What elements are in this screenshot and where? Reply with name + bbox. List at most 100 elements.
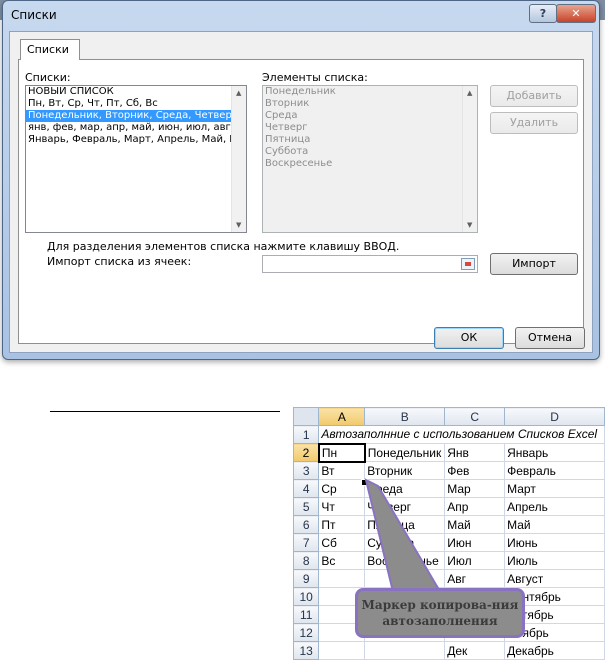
cell-c[interactable]: Авг xyxy=(444,569,506,588)
range-select-icon[interactable] xyxy=(461,258,475,270)
title-cell[interactable]: Автозаполнние с использованием Списков E… xyxy=(318,425,605,444)
cell-b[interactable]: Понедельник xyxy=(364,443,446,462)
list-item[interactable]: Пн, Вт, Ср, Чт, Пт, Сб, Вс xyxy=(26,98,246,110)
cell-d[interactable]: Август xyxy=(504,569,605,588)
cell-b[interactable]: Пятница xyxy=(364,515,446,534)
import-button[interactable]: Импорт xyxy=(490,253,578,275)
row-header[interactable]: 13 xyxy=(292,641,320,660)
row-header[interactable]: 6 xyxy=(292,515,320,534)
dialog-titlebar[interactable]: Списки ? ✕ xyxy=(3,1,599,31)
list-item[interactable]: янв, фев, мар, апр, май, июн, июл, авг, … xyxy=(26,122,246,134)
row-header[interactable]: 7 xyxy=(292,533,320,552)
tab-panel-lists: Списки: Элементы списка: НОВЫЙ СПИСОК Пн,… xyxy=(18,59,584,344)
row-header[interactable]: 5 xyxy=(292,497,320,516)
cell-d[interactable]: Февраль xyxy=(504,461,605,480)
cell-c[interactable]: Апр xyxy=(444,497,506,516)
cell-d[interactable]: Январь xyxy=(504,443,605,462)
tab-lists[interactable]: Списки xyxy=(20,39,80,60)
fill-handle[interactable] xyxy=(361,479,368,486)
delete-button[interactable]: Удалить xyxy=(490,112,578,134)
row-header[interactable]: 1 xyxy=(292,425,320,444)
cell-a[interactable]: Чт xyxy=(318,497,366,516)
cell-a[interactable]: Вт xyxy=(318,461,366,480)
list-item[interactable]: Пятница xyxy=(263,134,477,146)
cell-c[interactable]: Июл xyxy=(444,551,506,570)
table-row: 8 Вс Воскресенье Июл Июль xyxy=(292,551,605,570)
cell-d[interactable]: Март xyxy=(504,479,605,498)
dialog-client-area: Списки Списки: Элементы списка: НОВЫЙ СП… xyxy=(9,31,593,353)
cell-a[interactable]: Вс xyxy=(318,551,366,570)
cell-b[interactable]: Воскресенье xyxy=(364,551,446,570)
list-item[interactable]: Январь, Февраль, Март, Апрель, Май, Июн xyxy=(26,134,246,146)
cell-b[interactable]: Среда xyxy=(364,479,446,498)
cell-a[interactable]: Ср xyxy=(318,479,366,498)
select-all-corner[interactable] xyxy=(292,407,320,426)
table-row: 13 Дек Декабрь xyxy=(292,641,605,660)
row-header[interactable]: 2 xyxy=(292,443,320,462)
cell-a[interactable] xyxy=(318,569,366,588)
scroll-up-icon[interactable]: ▲ xyxy=(236,89,241,97)
row-header[interactable]: 12 xyxy=(292,623,320,642)
cell-c[interactable]: Мар xyxy=(444,479,506,498)
table-row: 5 Чт Четверг Апр Апрель xyxy=(292,497,605,516)
cell-d[interactable]: Июнь xyxy=(504,533,605,552)
add-button[interactable]: Добавить xyxy=(490,85,578,107)
cell-a[interactable] xyxy=(318,641,366,660)
dialog-title: Списки xyxy=(11,8,57,22)
table-row: 2 Пн Понедельник Янв Январь xyxy=(292,442,605,463)
list-item[interactable]: Вторник xyxy=(263,98,477,110)
list-item[interactable]: Суббота xyxy=(263,146,477,158)
cell-a[interactable]: Сб xyxy=(318,533,366,552)
scroll-up-icon[interactable]: ▲ xyxy=(467,89,472,97)
cell-d[interactable]: Май xyxy=(504,515,605,534)
scroll-down-icon[interactable]: ▼ xyxy=(236,221,241,229)
list-item[interactable]: Понедельник xyxy=(263,86,477,98)
column-header-c[interactable]: C xyxy=(444,407,506,426)
lists-scrollbar[interactable]: ▲ ▼ xyxy=(231,86,246,232)
row-header[interactable]: 3 xyxy=(292,461,320,480)
cell-b[interactable] xyxy=(364,641,446,660)
cell-c[interactable]: Дек xyxy=(444,641,506,660)
help-button[interactable]: ? xyxy=(529,4,557,23)
cell-d[interactable]: Июль xyxy=(504,551,605,570)
list-item[interactable]: Среда xyxy=(263,110,477,122)
elements-items: Понедельник Вторник Среда Четверг Пятница Суб… xyxy=(263,86,477,170)
close-button[interactable]: ✕ xyxy=(556,4,596,23)
list-item[interactable]: Воскресенье xyxy=(263,158,477,170)
cell-c[interactable]: Май xyxy=(444,515,506,534)
row-header[interactable]: 10 xyxy=(292,587,320,606)
separator-line xyxy=(50,411,280,412)
cell-b[interactable]: Вторник xyxy=(364,461,446,480)
cell-a[interactable]: Пн xyxy=(317,442,366,463)
cell-d[interactable]: Декабрь xyxy=(504,641,605,660)
elements-listbox[interactable]: Понедельник Вторник Среда Четверг Пятница Суб… xyxy=(262,85,478,233)
cell-a[interactable]: Пт xyxy=(318,515,366,534)
cell-b[interactable]: Четверг xyxy=(364,497,446,516)
column-header-b[interactable]: B xyxy=(364,407,446,426)
row-header[interactable]: 9 xyxy=(292,569,320,588)
list-item[interactable]: Четверг xyxy=(263,122,477,134)
help-icon: ? xyxy=(539,7,547,20)
list-item[interactable]: НОВЫЙ СПИСОК xyxy=(26,86,246,98)
column-header-row: A B C D xyxy=(292,407,605,426)
cell-c[interactable]: Янв xyxy=(444,443,506,462)
lists-listbox[interactable]: НОВЫЙ СПИСОК Пн, Вт, Ср, Чт, Пт, Сб, Вс По… xyxy=(25,85,247,233)
scroll-down-icon[interactable]: ▼ xyxy=(467,221,472,229)
row-header[interactable]: 4 xyxy=(292,479,320,498)
row-header[interactable]: 8 xyxy=(292,551,320,570)
cell-c[interactable]: Июн xyxy=(444,533,506,552)
cell-b[interactable] xyxy=(364,569,446,588)
column-header-a[interactable]: A xyxy=(318,407,366,426)
cell-b[interactable]: Суббота xyxy=(364,533,446,552)
elements-scrollbar[interactable]: ▲ ▼ xyxy=(462,86,477,232)
cell-c[interactable]: Фев xyxy=(444,461,506,480)
list-item[interactable]: Понедельник, Вторник, Среда, Четверг, П xyxy=(26,110,246,122)
row-header[interactable]: 11 xyxy=(292,605,320,624)
column-header-d[interactable]: D xyxy=(504,407,605,426)
ok-button[interactable]: ОК xyxy=(434,327,504,349)
cancel-button[interactable]: Отмена xyxy=(515,327,585,349)
import-range-label: Импорт списка из ячеек: xyxy=(47,255,192,268)
cell-d[interactable]: Апрель xyxy=(504,497,605,516)
import-range-input[interactable] xyxy=(262,255,478,273)
table-row: 4 Ср Среда Мар Март xyxy=(292,479,605,498)
